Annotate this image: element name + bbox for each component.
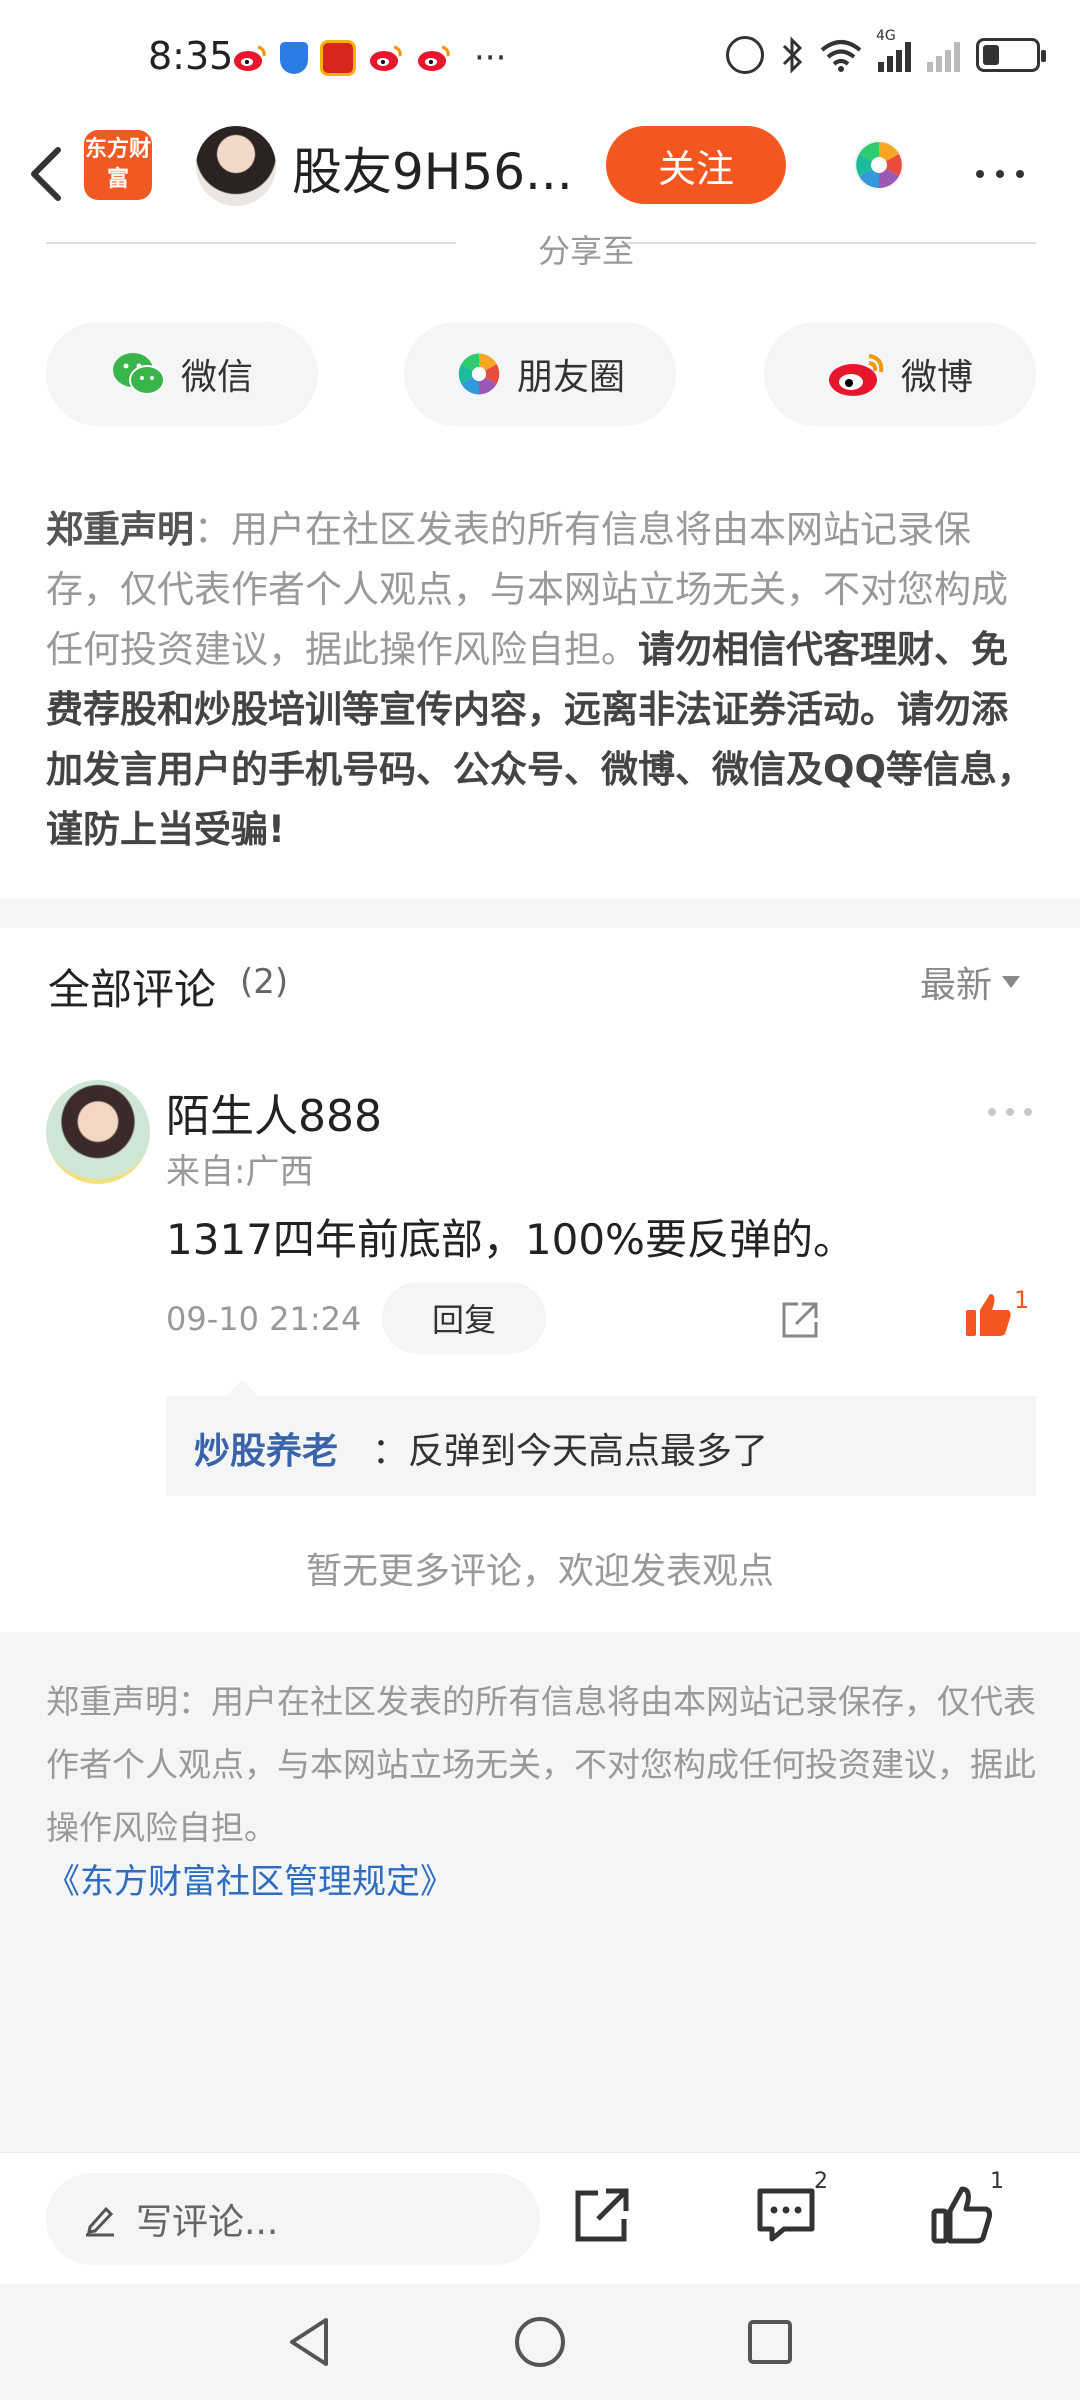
- caret-down-icon: [1002, 976, 1021, 988]
- top-header: 东方财富 股友9H56... 关注: [0, 116, 1080, 236]
- nav-home-button[interactable]: [510, 2312, 570, 2372]
- battery-icon: [976, 38, 1046, 72]
- notification-icons: ···: [232, 38, 506, 78]
- sort-label: 最新: [920, 965, 993, 1006]
- author-username[interactable]: 股友9H56...: [292, 132, 573, 204]
- footer-notice: 郑重声明：用户在社区发表的所有信息将由本网站记录保存，仅代表作者个人观点，与本网…: [0, 1632, 1080, 2152]
- more-notifications-icon: ···: [474, 38, 507, 78]
- share-weibo-button[interactable]: 微博: [764, 322, 1036, 426]
- app-notification-icon: [320, 40, 356, 76]
- comment-like-button[interactable]: [964, 1290, 1014, 1340]
- reply-username[interactable]: 炒股养老: [194, 1422, 338, 1474]
- comment-bubble-icon: [757, 2188, 815, 2242]
- system-nav-bar: [0, 2284, 1080, 2400]
- network-type-label: 4G: [876, 28, 896, 44]
- share-wechat-button[interactable]: 微信: [46, 322, 318, 426]
- share-arrow-icon: [782, 1302, 818, 1338]
- pencil-icon: [86, 2206, 114, 2237]
- triangle-back-icon: [290, 2318, 328, 2366]
- reply-button[interactable]: 回复: [382, 1282, 546, 1354]
- hd-icon: [726, 36, 764, 74]
- more-dots-icon: [988, 1108, 1032, 1116]
- thumbs-up-icon: [966, 1294, 1011, 1336]
- reply-thread[interactable]: 炒股养老 ：反弹到今天高点最多了: [166, 1380, 1036, 1496]
- comment-like-count: 1: [1014, 1286, 1030, 1314]
- moments-share-button[interactable]: [852, 138, 906, 192]
- share-weibo-label: 微博: [900, 357, 973, 398]
- section-divider: [0, 898, 1080, 928]
- back-arrow-icon: [31, 147, 61, 201]
- commenter-location: 来自:广西: [166, 1152, 314, 1192]
- share-button[interactable]: [570, 2183, 634, 2247]
- more-dots-icon: [976, 170, 1024, 178]
- more-options-button[interactable]: [972, 126, 1028, 198]
- share-divider: 分享至: [46, 226, 1036, 272]
- comments-title: 全部评论: [48, 965, 217, 1014]
- divider-line-left: [46, 242, 456, 244]
- comment-more-button[interactable]: [986, 1090, 1034, 1131]
- weibo-notification-icon: [232, 40, 268, 76]
- share-arrow-icon: [575, 2188, 629, 2242]
- bluetooth-icon: [782, 36, 803, 74]
- reply-text: ：反弹到今天高点最多了: [372, 1431, 769, 1472]
- share-moments-label: 朋友圈: [516, 357, 625, 398]
- comment-share-button[interactable]: [778, 1298, 822, 1342]
- cellular-signal-icon: 4G: [876, 28, 911, 72]
- nav-recents-button[interactable]: [740, 2312, 800, 2372]
- status-time: 8:35: [148, 34, 234, 78]
- comments-button[interactable]: [754, 2183, 818, 2247]
- comment-time: 09-10 21:24: [166, 1300, 362, 1338]
- security-shield-icon: [280, 42, 308, 74]
- nav-back-button[interactable]: [280, 2312, 340, 2372]
- back-button[interactable]: [18, 138, 78, 208]
- wechat-icon: [112, 353, 165, 395]
- square-recents-icon: [748, 2320, 792, 2364]
- disclaimer-block: 郑重声明：用户在社区发表的所有信息将由本网站记录保存，仅代表作者个人观点，与本网…: [46, 500, 1036, 860]
- moments-icon: [458, 353, 500, 395]
- author-avatar[interactable]: [196, 126, 276, 206]
- system-status-icons: 4G: [726, 28, 1046, 74]
- battery-level-fill: [983, 45, 999, 65]
- no-more-comments: 暂无更多评论，欢迎发表观点: [305, 1551, 774, 1592]
- like-badge: 1: [990, 2169, 1004, 2194]
- share-wechat-label: 微信: [180, 357, 253, 398]
- comments-count: (2): [240, 962, 289, 1002]
- cellular-signal-2-icon: [927, 38, 960, 72]
- like-button[interactable]: [930, 2183, 994, 2247]
- disclaimer-heading: 郑重声明: [46, 508, 194, 551]
- moments-icon: [854, 140, 904, 190]
- commenter-avatar[interactable]: [46, 1080, 150, 1184]
- weibo-notification-icon-3: [416, 40, 452, 76]
- follow-button[interactable]: 关注: [606, 126, 786, 204]
- comment-text: 1317四年前底部，100%要反弹的。: [166, 1215, 855, 1264]
- thumbs-up-icon: [931, 2186, 993, 2244]
- share-moments-button[interactable]: 朋友圈: [404, 322, 676, 426]
- write-comment-input[interactable]: 写评论...: [46, 2173, 540, 2265]
- weibo-notification-icon-2: [368, 40, 404, 76]
- sort-dropdown[interactable]: 最新: [920, 956, 1021, 1008]
- eastmoney-logo[interactable]: 东方财富: [84, 130, 152, 200]
- share-title: 分享至: [506, 226, 666, 272]
- footer-disclaimer: 郑重声明：用户在社区发表的所有信息将由本网站记录保存，仅代表作者个人观点，与本网…: [46, 1682, 1036, 1847]
- wifi-icon: [820, 40, 862, 72]
- weibo-icon: [828, 354, 884, 396]
- status-bar: 8:35 ··· 4G: [0, 0, 1080, 116]
- commenter-name[interactable]: 陌生人888: [166, 1080, 382, 1144]
- bottom-action-bar: 写评论... 2 1: [0, 2152, 1080, 2284]
- circle-home-icon: [515, 2317, 565, 2367]
- comment-placeholder: 写评论...: [136, 2202, 279, 2243]
- comments-badge: 2: [814, 2169, 828, 2194]
- community-rules-link[interactable]: 《东方财富社区管理规定》: [46, 1854, 454, 1903]
- divider-line-right: [626, 242, 1036, 244]
